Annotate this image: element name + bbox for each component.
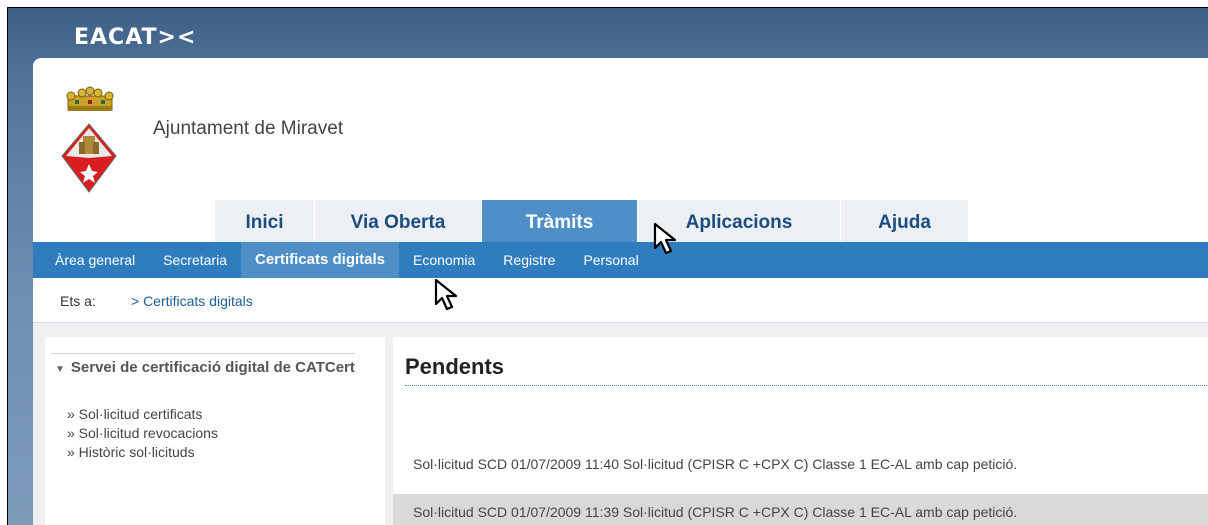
collapse-arrow-icon[interactable]: ▼: [55, 364, 65, 375]
subnav-personal[interactable]: Personal: [569, 242, 652, 278]
municipal-crest-icon: [61, 86, 117, 193]
pending-requests-panel: Pendents Sol·licitud SCD 01/07/2009 11:4…: [393, 337, 1208, 525]
sub-navigation: Àrea general Secretaria Certificats digi…: [33, 242, 1208, 278]
main-panel: Ajuntament de Miravet Inici Via Oberta T…: [33, 58, 1208, 525]
breadcrumb-link[interactable]: > Certificats digitals: [131, 293, 253, 309]
crown-icon: [66, 86, 114, 111]
subnav-economia[interactable]: Economia: [399, 242, 489, 278]
breadcrumb-label: Ets a:: [60, 293, 96, 309]
request-row[interactable]: Sol·licitud SCD 01/07/2009 11:39 Sol·lic…: [393, 494, 1208, 525]
tab-inici[interactable]: Inici: [215, 200, 315, 242]
app-frame: EACAT>< Ajuntament de Miravet Inici Via …: [7, 7, 1208, 525]
tab-via-oberta[interactable]: Via Oberta: [315, 200, 482, 242]
request-row[interactable]: Sol·licitud SCD 01/07/2009 11:40 Sol·lic…: [393, 446, 1208, 482]
subnav-area-general[interactable]: Àrea general: [33, 242, 149, 278]
subnav-secretaria[interactable]: Secretaria: [149, 242, 241, 278]
sidebar-links: » Sol·licitud certificats » Sol·licitud …: [67, 405, 218, 462]
sidebar-section-title[interactable]: ▼ Servei de certificació digital de CATCe…: [51, 353, 355, 380]
subnav-registre[interactable]: Registre: [489, 242, 569, 278]
page-title: Pendents: [405, 354, 1208, 386]
organization-name: Ajuntament de Miravet: [153, 118, 344, 139]
sidebar-link-sol-licitud-certificats[interactable]: » Sol·licitud certificats: [67, 405, 218, 424]
breadcrumb: Ets a: > Certificats digitals: [33, 278, 1208, 323]
sidebar-link-historic-sol-licituds[interactable]: » Històric sol·licituds: [67, 443, 218, 462]
mouse-cursor-icon: [653, 222, 677, 255]
main-tabs: Inici Via Oberta Tràmits Aplicacions Aju…: [215, 200, 969, 242]
content-area: ▼ Servei de certificació digital de CATCe…: [33, 323, 1208, 525]
mouse-cursor-icon: [434, 278, 458, 311]
sidebar-title-text: Servei de certificació digital de CATCer…: [70, 359, 355, 376]
tab-ajuda[interactable]: Ajuda: [841, 200, 969, 242]
eacat-logo[interactable]: EACAT><: [74, 25, 196, 50]
subnav-certificats-digitals[interactable]: Certificats digitals: [240, 242, 400, 278]
sidebar: ▼ Servei de certificació digital de CATCe…: [45, 337, 385, 525]
tab-tramits[interactable]: Tràmits: [482, 200, 638, 242]
sidebar-link-sol-licitud-revocacions[interactable]: » Sol·licitud revocacions: [67, 424, 218, 443]
